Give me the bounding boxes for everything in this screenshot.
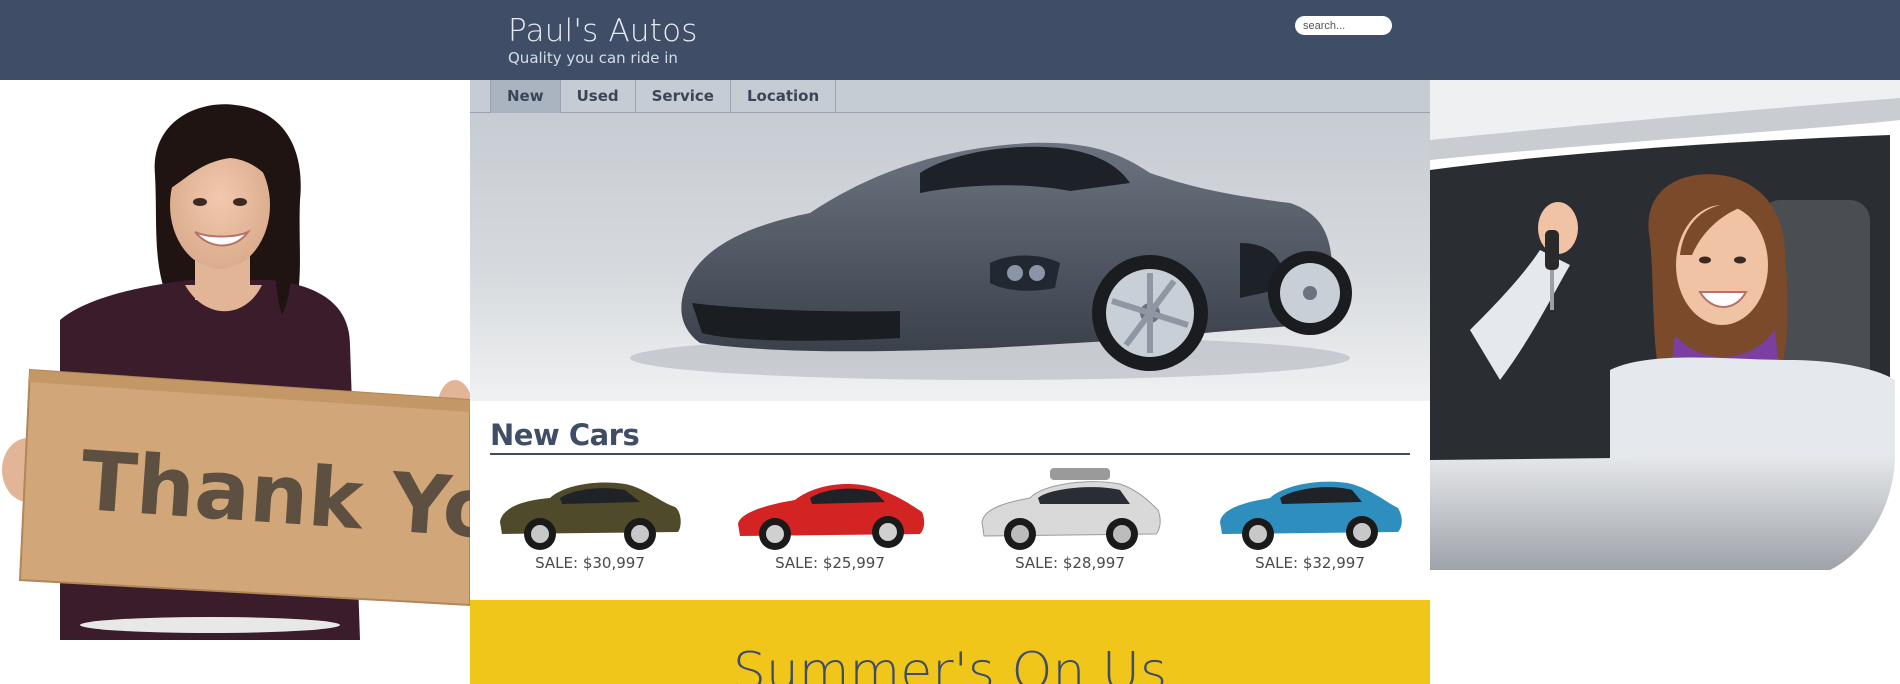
car-keys-photo — [1430, 80, 1900, 570]
car-price: SALE: $28,997 — [1015, 554, 1125, 572]
main-column: New Used Service Location New Cars SALE:… — [470, 80, 1430, 684]
site-title[interactable]: Paul's Autos — [508, 14, 698, 48]
site-tagline: Quality you can ride in — [508, 49, 678, 67]
brand[interactable]: Paul's Autos Quality you can ride in — [508, 14, 698, 67]
sports-car-illustration — [470, 113, 1430, 401]
car-image[interactable] — [730, 462, 930, 554]
car-image[interactable] — [490, 462, 690, 554]
nav-item-service[interactable]: Service — [636, 80, 731, 113]
car-card[interactable]: SALE: $25,997 — [710, 458, 950, 572]
car-keys-illustration — [1430, 80, 1900, 570]
hero-image — [470, 113, 1430, 401]
car-price: SALE: $25,997 — [775, 554, 885, 572]
promo-banner-text: Summer's On Us — [732, 642, 1168, 684]
site-header: Paul's Autos Quality you can ride in — [0, 0, 1900, 80]
car-card[interactable]: SALE: $30,997 — [470, 458, 710, 572]
promo-banner[interactable]: Summer's On Us — [470, 600, 1430, 684]
section-title: New Cars — [490, 418, 640, 452]
search-input[interactable] — [1295, 16, 1392, 35]
car-card[interactable]: SALE: $28,997 — [950, 458, 1190, 572]
car-image[interactable] — [970, 462, 1170, 554]
car-price: SALE: $30,997 — [535, 554, 645, 572]
section-divider — [490, 453, 1410, 455]
thank-you-photo: Thank You! — [0, 80, 470, 640]
car-price: SALE: $32,997 — [1255, 554, 1365, 572]
nav-item-location[interactable]: Location — [731, 80, 837, 113]
car-listing: SALE: $30,997 SALE: $25,997 SALE: $28,99… — [470, 458, 1430, 572]
thank-you-illustration: Thank You! — [2, 104, 470, 640]
main-nav: New Used Service Location — [470, 80, 1430, 113]
nav-item-new[interactable]: New — [491, 80, 561, 113]
nav-item-used[interactable]: Used — [561, 80, 636, 113]
car-image[interactable] — [1210, 462, 1410, 554]
car-card[interactable]: SALE: $32,997 — [1190, 458, 1430, 572]
